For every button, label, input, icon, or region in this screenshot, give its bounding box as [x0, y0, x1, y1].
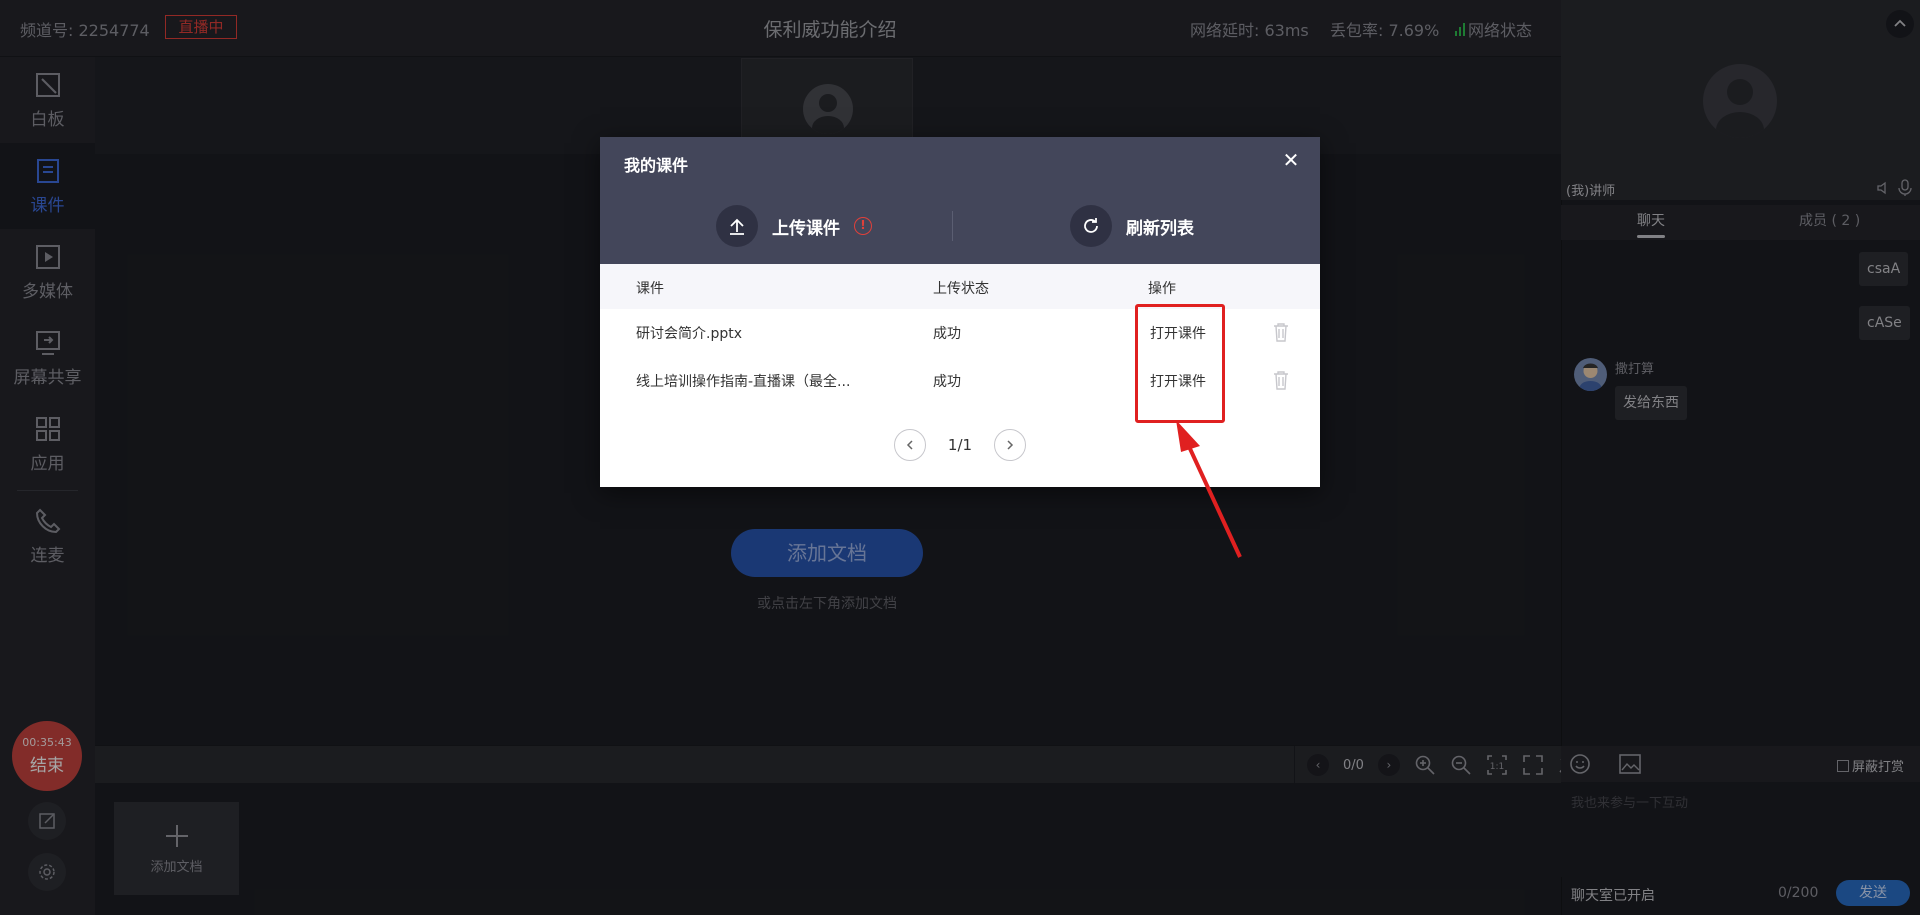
- chevron-right-icon: [1007, 440, 1014, 450]
- upload-status: 成功: [933, 374, 961, 390]
- modal-header: 我的课件 ✕ 上传课件 ! 刷新列表: [600, 137, 1320, 264]
- trash-icon[interactable]: [1272, 370, 1290, 390]
- table-row: 线上培训操作指南-直播课（最全... 成功 打开课件: [600, 357, 1320, 404]
- modal-title: 我的课件: [624, 156, 689, 175]
- prev-page-button[interactable]: [893, 429, 926, 461]
- header-divider: [952, 211, 953, 241]
- courseware-name: 研讨会简介.pptx: [636, 326, 742, 342]
- pagination: 1/1: [600, 427, 1320, 463]
- trash-icon[interactable]: [1272, 322, 1290, 342]
- open-courseware-link[interactable]: 打开课件: [1150, 323, 1206, 343]
- column-header: 操作: [1148, 281, 1176, 297]
- upload-label: 上传课件: [772, 218, 840, 239]
- courseware-name: 线上培训操作指南-直播课（最全...: [636, 374, 851, 390]
- warning-icon[interactable]: !: [854, 217, 872, 235]
- upload-courseware-button[interactable]: 上传课件 !: [716, 205, 872, 247]
- table-row: 研讨会简介.pptx 成功 打开课件: [600, 309, 1320, 356]
- column-header: 课件: [636, 281, 664, 297]
- refresh-label: 刷新列表: [1126, 218, 1194, 239]
- close-icon[interactable]: ✕: [1282, 150, 1300, 170]
- table-header: 课件 上传状态 操作: [600, 264, 1320, 309]
- column-header: 上传状态: [933, 281, 989, 297]
- page-number: 1/1: [947, 436, 973, 454]
- refresh-list-button[interactable]: 刷新列表: [1070, 205, 1194, 247]
- next-page-button[interactable]: [994, 429, 1027, 461]
- courseware-modal: 我的课件 ✕ 上传课件 ! 刷新列表 课件 上传状态 操作 研讨会简介.pptx…: [600, 137, 1320, 487]
- upload-status: 成功: [933, 326, 961, 342]
- chevron-left-icon: [906, 440, 913, 450]
- refresh-icon: [1070, 205, 1112, 247]
- open-courseware-link[interactable]: 打开课件: [1150, 371, 1206, 391]
- upload-icon: [716, 205, 758, 247]
